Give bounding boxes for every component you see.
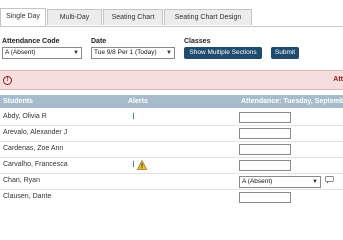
table-row: Clausen, Dante [0,190,343,206]
column-header-attendance: Attendance: Tuesday, Septemb [241,98,343,105]
table-header: Students Alerts Attendance: Tuesday, Sep… [0,95,343,108]
table-row: Abdy, Olivia R ⅰ [0,110,343,126]
submit-button[interactable]: Submit [271,47,299,59]
column-header-students[interactable]: Students [3,95,33,108]
date-label: Date [91,38,107,45]
info-icon[interactable]: ⅰ [131,112,136,122]
attendance-input[interactable] [239,128,291,139]
info-icon[interactable]: ⅰ [131,160,136,170]
column-header-alerts: Alerts [128,98,148,105]
table-row: Carvalho, Francesca ⅰ [0,158,343,174]
warning-icon[interactable] [137,160,147,170]
tab-multi-day[interactable]: Multi-Day [47,9,102,25]
comment-icon[interactable] [325,176,334,184]
date-value: Tue 9/8 Per 1 (Today) [94,49,157,56]
attendance-code-select[interactable]: A (Absent) ▼ [2,47,82,59]
table-row: Arevalo, Alexander J [0,126,343,142]
student-name[interactable]: Carvalho, Francesca [3,161,68,168]
attendance-code-select[interactable]: A (Absent) ▼ [239,176,321,188]
student-name[interactable]: Abdy, Olivia R [3,113,47,120]
attendance-code-value: A (Absent) [5,49,36,56]
attendance-input[interactable] [239,144,291,155]
exclamation-icon: ! [3,76,12,85]
attendance-input[interactable] [239,112,291,123]
classes-label: Classes [184,38,211,45]
attendance-input[interactable] [239,192,291,203]
student-name[interactable]: Cardenas, Zoe Ann [3,145,63,152]
show-multiple-sections-button[interactable]: Show Multiple Sections [184,47,262,59]
tab-seating-chart-design[interactable]: Seating Chart Design [164,9,252,25]
chevron-down-icon: ▼ [312,179,318,185]
attendance-input[interactable] [239,160,291,171]
attendance-value: A (Absent) [242,178,273,185]
alert-text: Att [333,76,343,83]
attendance-code-label: Attendance Code [2,38,60,45]
chevron-down-icon: ▼ [166,50,172,56]
student-name[interactable]: Arevalo, Alexander J [3,129,67,136]
student-name[interactable]: Chan, Ryan [3,177,40,184]
tab-single-day[interactable]: Single Day [0,8,46,26]
chevron-down-icon: ▼ [73,50,79,56]
student-name[interactable]: Clausen, Dante [3,193,51,200]
table-row: Chan, Ryan A (Absent) ▼ [0,174,343,190]
date-select[interactable]: Tue 9/8 Per 1 (Today) ▼ [91,47,175,59]
alert-banner: ! Att [0,70,343,90]
tab-seating-chart[interactable]: Seating Chart [103,9,163,25]
tab-bar: Single Day Multi-Day Seating Chart Seati… [0,0,343,27]
table-row: Cardenas, Zoe Ann [0,142,343,158]
